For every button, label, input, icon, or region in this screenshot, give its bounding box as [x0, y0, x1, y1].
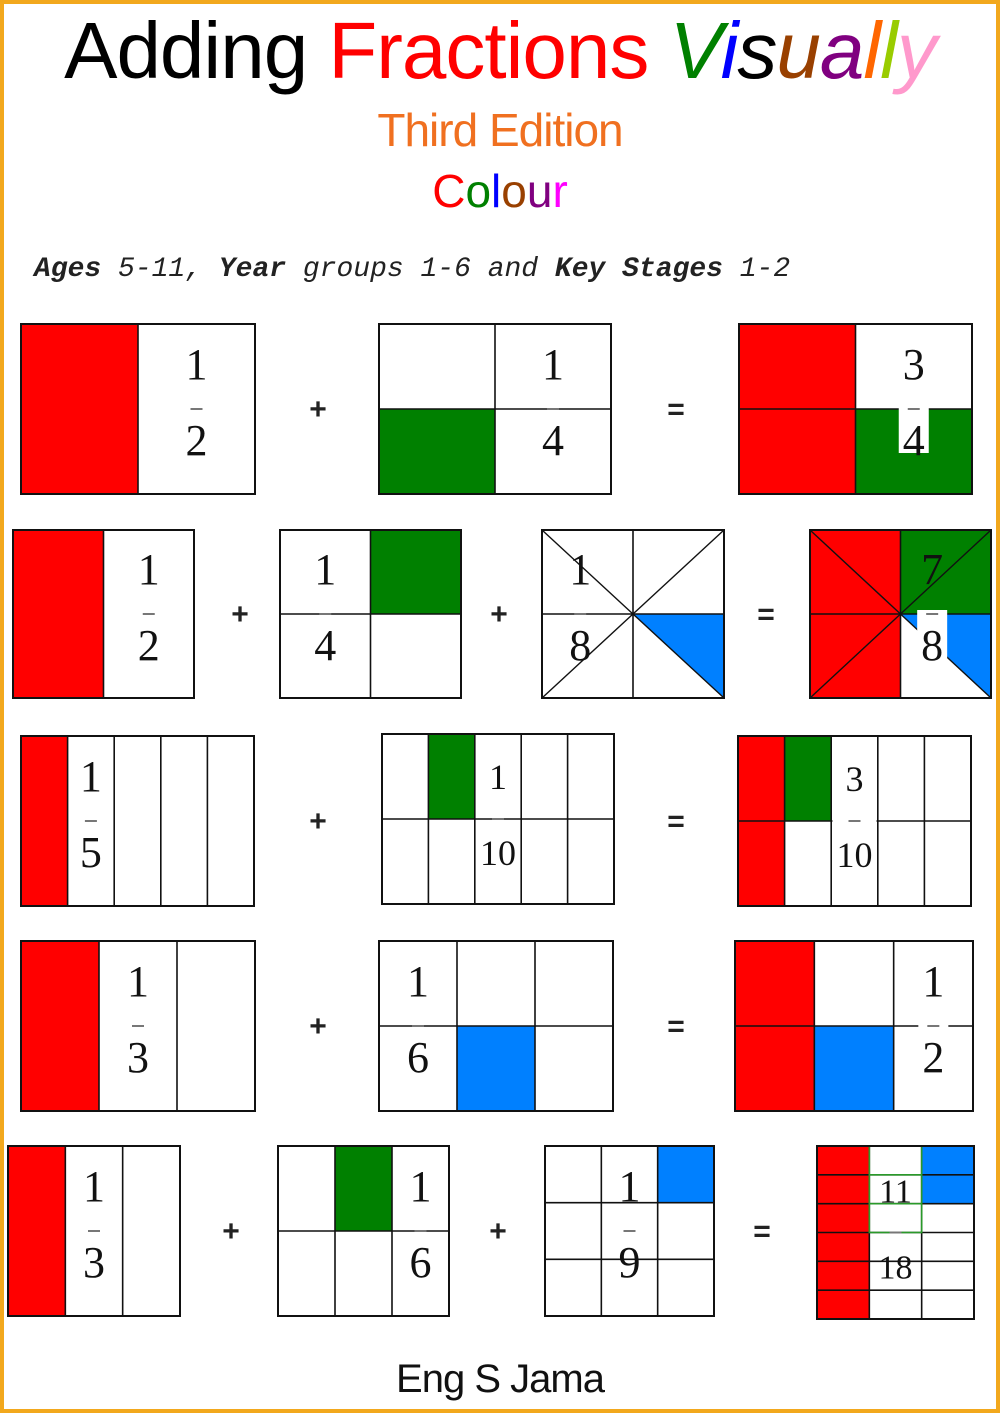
- eq3-term2-denominator: 10: [480, 833, 516, 873]
- eq2-term3-denominator: 8: [569, 621, 591, 670]
- eq4-term3-numerator: 1: [922, 957, 944, 1006]
- eq1-term2-denominator: 4: [542, 416, 564, 465]
- equals-sign: =: [757, 598, 775, 631]
- eq5-term4-shaded-cell: [817, 1174, 870, 1204]
- eq5-term4-shaded-cell: [921, 1174, 974, 1204]
- equals-sign: =: [667, 1010, 685, 1043]
- eq3-term3-shaded-cell: [738, 736, 785, 821]
- equals-sign: =: [753, 1215, 771, 1248]
- eq3-term1-denominator: 5: [80, 828, 102, 877]
- eq1-term3-shaded-cell: [739, 409, 856, 494]
- eq5-term4-shaded-cell: [817, 1232, 870, 1262]
- eq1-term1-numerator: 1: [186, 340, 208, 389]
- eq5-term2-shaded-cell: [335, 1146, 392, 1231]
- equals-sign: =: [667, 805, 685, 838]
- plus-sign: +: [490, 598, 508, 631]
- eq2-term1-denominator: 2: [138, 621, 160, 670]
- eq4-term2-denominator: 6: [407, 1033, 429, 1082]
- eq3-term2-shaded-cell: [428, 734, 475, 819]
- eq4-term3-denominator: 2: [922, 1033, 944, 1082]
- eq5-term4-denominator: 18: [879, 1250, 913, 1287]
- eq5-term4-shaded-cell: [817, 1203, 870, 1233]
- eq1-term3-numerator: 3: [903, 340, 925, 389]
- eq5-term3-denominator: 9: [619, 1238, 641, 1287]
- eq3-term3-numerator: 3: [846, 759, 864, 799]
- eq3-term3-denominator: 10: [837, 835, 873, 875]
- eq3-term1-numerator: 1: [80, 752, 102, 801]
- eq1-term2-shaded-cell: [379, 409, 495, 494]
- eq2-term1-shaded-cell: [13, 530, 104, 698]
- eq5-term3-numerator: 1: [619, 1162, 641, 1211]
- eq5-term4-numerator: 11: [879, 1174, 912, 1211]
- eq2-term1-numerator: 1: [138, 545, 160, 594]
- plus-sign: +: [309, 805, 327, 838]
- eq1-term1-shaded-cell: [21, 324, 138, 494]
- eq5-term1-numerator: 1: [83, 1162, 105, 1211]
- eq2-term2-denominator: 4: [314, 621, 336, 670]
- eq5-term3-shaded-cell: [657, 1146, 714, 1203]
- eq2-term3-numerator: 1: [569, 545, 591, 594]
- plus-sign: +: [309, 393, 327, 426]
- eq4-term1-numerator: 1: [127, 957, 149, 1006]
- author-name: Eng S Jama: [396, 1357, 605, 1401]
- eq4-term2-shaded-cell: [457, 1026, 535, 1111]
- eq3-term3-shaded-cell: [738, 821, 785, 906]
- eq5-term4-shaded-cell: [817, 1261, 870, 1291]
- eq2-term4-numerator: 7: [921, 545, 943, 594]
- eq5-term4-shaded-cell: [817, 1146, 870, 1175]
- eq4-term3-shaded-cell: [814, 1026, 894, 1111]
- eq1-term1-denominator: 2: [186, 416, 208, 465]
- plus-sign: +: [309, 1010, 327, 1043]
- eq1-term3-denominator: 4: [903, 416, 925, 465]
- eq1-term3-shaded-cell: [739, 324, 856, 409]
- eq5-term4-shaded-cell: [817, 1290, 870, 1319]
- eq3-term1-shaded-cell: [21, 736, 68, 906]
- equals-sign: =: [667, 393, 685, 426]
- plus-sign: +: [231, 598, 249, 631]
- eq4-term1-shaded-cell: [21, 941, 99, 1111]
- eq1-term2-numerator: 1: [542, 340, 564, 389]
- eq2-term2-shaded-cell: [370, 530, 461, 614]
- eq5-term1-shaded-cell: [8, 1146, 66, 1316]
- eq3-term3-shaded-cell: [784, 736, 832, 821]
- eq5-term1-denominator: 3: [83, 1238, 105, 1287]
- eq3-term2-numerator: 1: [489, 757, 507, 797]
- eq4-term3-shaded-cell: [735, 941, 815, 1026]
- eq2-term2-numerator: 1: [314, 545, 336, 594]
- plus-sign: +: [222, 1215, 240, 1248]
- fraction-diagrams: 121434+ =12141878+ + =15110310+ =131612+ =131…: [7, 323, 992, 1320]
- plus-sign: +: [489, 1215, 507, 1248]
- eq4-term1-denominator: 3: [127, 1033, 149, 1082]
- eq5-term4-shaded-cell: [921, 1146, 974, 1175]
- eq2-term4-denominator: 8: [921, 621, 943, 670]
- eq4-term2-numerator: 1: [407, 957, 429, 1006]
- eq5-term2-denominator: 6: [410, 1238, 432, 1287]
- eq5-term2-numerator: 1: [410, 1162, 432, 1211]
- eq4-term3-shaded-cell: [735, 1026, 815, 1111]
